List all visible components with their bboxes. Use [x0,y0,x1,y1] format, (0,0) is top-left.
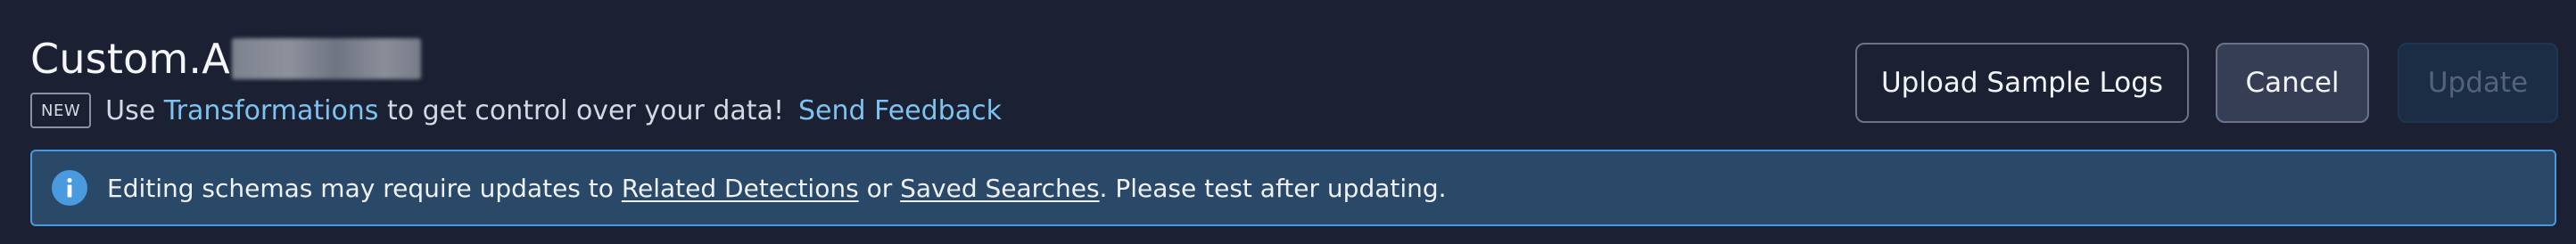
update-button[interactable]: Update [2398,43,2558,123]
redacted-text [231,38,421,79]
cancel-button[interactable]: Cancel [2216,43,2369,123]
promo-text-after: to get control over your data! [378,94,784,126]
send-feedback-link[interactable]: Send Feedback [798,95,1002,126]
banner-text-before: Editing schemas may require updates to [107,173,622,203]
page-title: Custom.A [30,32,421,85]
banner-text-middle: or [858,173,901,203]
upload-sample-logs-button[interactable]: Upload Sample Logs [1855,43,2189,123]
transformations-link[interactable]: Transformations [164,95,379,126]
info-banner: Editing schemas may require updates to R… [30,150,2556,226]
saved-searches-link[interactable]: Saved Searches [900,174,1099,203]
promo-text-before: Use [105,94,164,126]
info-icon [52,170,87,206]
related-detections-link[interactable]: Related Detections [622,174,859,203]
new-badge: NEW [30,93,92,128]
transformations-promo: NEW Use Transformations to get control o… [30,93,1002,128]
schema-name: Custom.A [30,35,230,83]
banner-text-after: . Please test after updating. [1099,173,1447,203]
